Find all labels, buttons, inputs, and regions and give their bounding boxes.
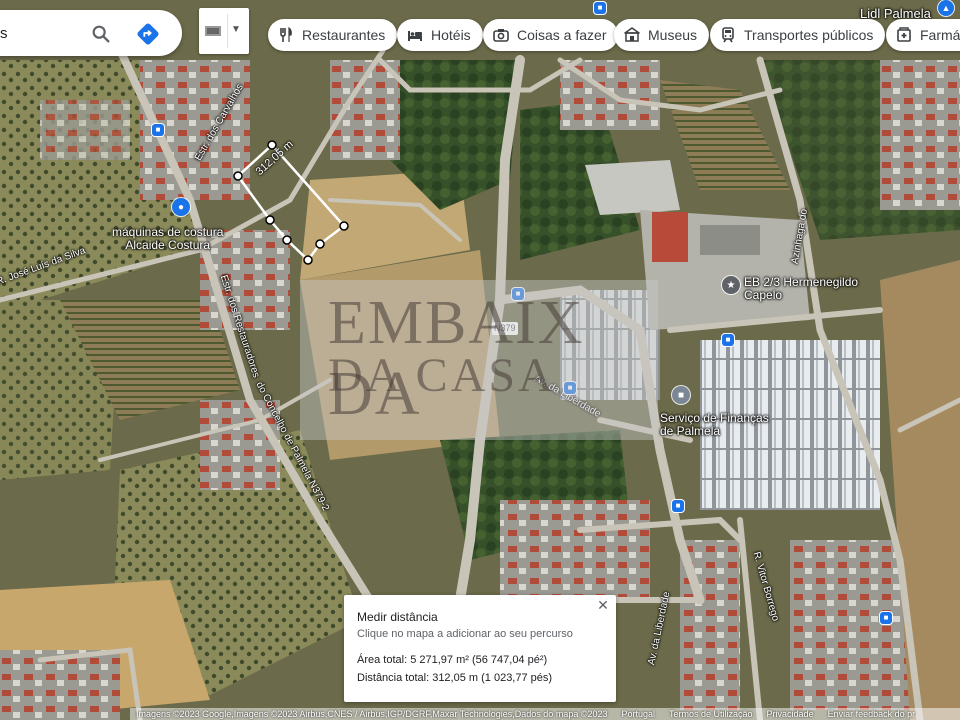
bus-stop-icon[interactable]: ■ <box>722 334 734 346</box>
chip-label: Museus <box>648 27 698 43</box>
measure-title: Medir distância <box>357 610 438 624</box>
layer-thumbnail-icon <box>205 26 221 36</box>
camera-icon <box>493 29 509 42</box>
shopping-cart-pin-icon[interactable]: ▲ <box>938 0 954 16</box>
layer-divider <box>227 14 228 48</box>
bus-stop-icon[interactable]: ■ <box>672 500 684 512</box>
measure-total-area: Área total: 5 271,97 m² (56 747,04 pé²) <box>357 654 548 666</box>
pharmacy-icon <box>897 27 911 42</box>
feedback-link[interactable]: Enviar feedback do pr <box>828 709 916 719</box>
chip-label: Farmác <box>920 27 960 43</box>
search-box <box>0 10 182 56</box>
watermark-line2: DA CASA <box>328 349 556 402</box>
bed-icon <box>408 31 422 41</box>
chip-label: Coisas a fazer <box>517 27 607 43</box>
measure-distance-card: Medir distância Clique no mapa a adicion… <box>344 595 616 702</box>
bus-stop-icon[interactable]: ■ <box>152 124 164 136</box>
terms-link[interactable]: Termos de Utilização <box>669 709 753 719</box>
train-icon <box>722 27 734 43</box>
museum-icon <box>624 27 640 42</box>
chip-restaurants[interactable]: Restaurantes <box>268 19 398 51</box>
search-input[interactable] <box>0 22 90 44</box>
directions-icon[interactable] <box>137 23 159 45</box>
chip-label: Hotéis <box>431 27 471 43</box>
chip-things-to-do[interactable]: Coisas a fazer <box>483 19 619 51</box>
bus-stop-icon[interactable]: ■ <box>594 2 606 14</box>
category-chips: Restaurantes Hotéis Coisas a fazer Museu… <box>268 19 960 51</box>
watermark: EMBAIX DA DA CASA <box>300 280 658 440</box>
bus-stop-icon[interactable]: ■ <box>880 612 892 624</box>
chevron-down-icon[interactable]: ▼ <box>231 24 241 35</box>
chip-pharmacies[interactable]: Farmác <box>886 19 960 51</box>
government-pin-icon[interactable]: ■ <box>672 386 690 404</box>
privacy-link[interactable]: Privacidade <box>767 709 814 719</box>
school-pin-icon[interactable]: ★ <box>722 276 740 294</box>
measure-hint: Clique no mapa a adicionar ao seu percur… <box>357 628 573 640</box>
imagery-attribution: Imagens ©2023 Google,Imagens ©2023 Airbu… <box>136 709 608 719</box>
measure-total-distance: Distância total: 312,05 m (1 023,77 pés) <box>357 672 553 684</box>
close-icon[interactable]: ✕ <box>596 598 610 612</box>
chip-hotels[interactable]: Hotéis <box>397 19 483 51</box>
search-icon[interactable] <box>90 23 112 45</box>
map-attribution-bar: Imagens ©2023 Google,Imagens ©2023 Airbu… <box>130 708 960 720</box>
map-layer-button[interactable]: ▼ <box>199 8 249 54</box>
chip-museums[interactable]: Museus <box>614 19 710 51</box>
chip-label: Restaurantes <box>302 27 386 43</box>
fork-knife-icon <box>280 27 292 42</box>
country-link[interactable]: Portugal <box>621 709 655 719</box>
shop-pin-icon[interactable]: ● <box>172 198 190 216</box>
chip-label: Transportes públicos <box>744 27 874 43</box>
chip-transit[interactable]: Transportes públicos <box>710 19 886 51</box>
